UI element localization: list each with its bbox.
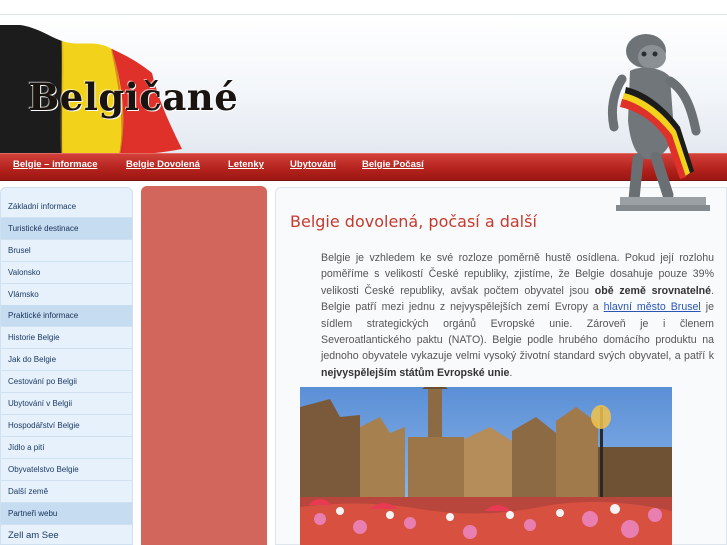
hlavni-mesto-brusel-link[interactable]: hlavní město Brusel xyxy=(604,301,701,313)
sidebar-item-jak-do-belgie[interactable]: Jak do Belgie xyxy=(1,349,132,371)
intro-text-4: . xyxy=(509,366,513,379)
main-content: Belgie dovolená, počasí a další Belgie j… xyxy=(275,187,727,545)
page-title: Belgie dovolená, počasí a další xyxy=(290,212,537,231)
sidebar-item-ubytovani-v-belgii[interactable]: Ubytování v Belgii xyxy=(1,393,132,415)
middle-column-panel xyxy=(141,186,267,545)
grand-place-photo xyxy=(300,387,672,545)
sidebar-item-vlamsko[interactable]: Vlámsko xyxy=(1,284,132,306)
intro-paragraph: Belgie je vzhledem ke své rozloze poměrn… xyxy=(321,250,714,381)
sidebar-section-turisticke-destinace: Turistické destinace xyxy=(1,218,132,240)
sidebar-item-zakladni-informace[interactable]: Základní informace xyxy=(1,196,132,218)
site-header: Belgičané xyxy=(0,14,727,211)
sidebar-item-dalsi-zeme[interactable]: Další země xyxy=(1,481,132,503)
nav-item-belgie-dovolena[interactable]: Belgie Dovolená xyxy=(126,159,200,170)
site-logo-text[interactable]: Belgičané xyxy=(28,75,238,119)
sidebar-item-brusel[interactable]: Brusel xyxy=(1,240,132,262)
sidebar-item-jidlo-a-piti[interactable]: Jídlo a pití xyxy=(1,437,132,459)
nav-item-letenky[interactable]: Letenky xyxy=(228,159,264,170)
nav-item-belgie-pocasi[interactable]: Belgie Počasí xyxy=(362,159,424,170)
sidebar-menu: Základní informace Turistické destinace … xyxy=(0,187,133,545)
sidebar-item-cestovani-po-belgii[interactable]: Cestování po Belgii xyxy=(1,371,132,393)
nav-item-belgie-informace[interactable]: Belgie – informace xyxy=(13,159,97,170)
nav-item-ubytovani[interactable]: Ubytování xyxy=(290,159,336,170)
intro-bold-2: nejvyspělejším státům Evropské unie xyxy=(321,366,510,379)
sidebar-section-partneri-webu: Partneři webu xyxy=(1,503,132,525)
intro-bold-1: obě země srovnatelné xyxy=(594,284,712,297)
sidebar-item-hospodarstvi-belgie[interactable]: Hospodářství Belgie xyxy=(1,415,132,437)
sidebar-item-historie-belgie[interactable]: Historie Belgie xyxy=(1,327,132,349)
sidebar-item-valonsko[interactable]: Valonsko xyxy=(1,262,132,284)
manneken-pis-statue-image xyxy=(607,34,710,211)
sidebar-section-prakticke-informace: Praktické informace xyxy=(1,305,132,327)
sidebar-item-zell-am-see[interactable]: Zell am See xyxy=(1,525,132,544)
sidebar-item-obyvatelstvo-belgie[interactable]: Obyvatelstvo Belgie xyxy=(1,459,132,481)
